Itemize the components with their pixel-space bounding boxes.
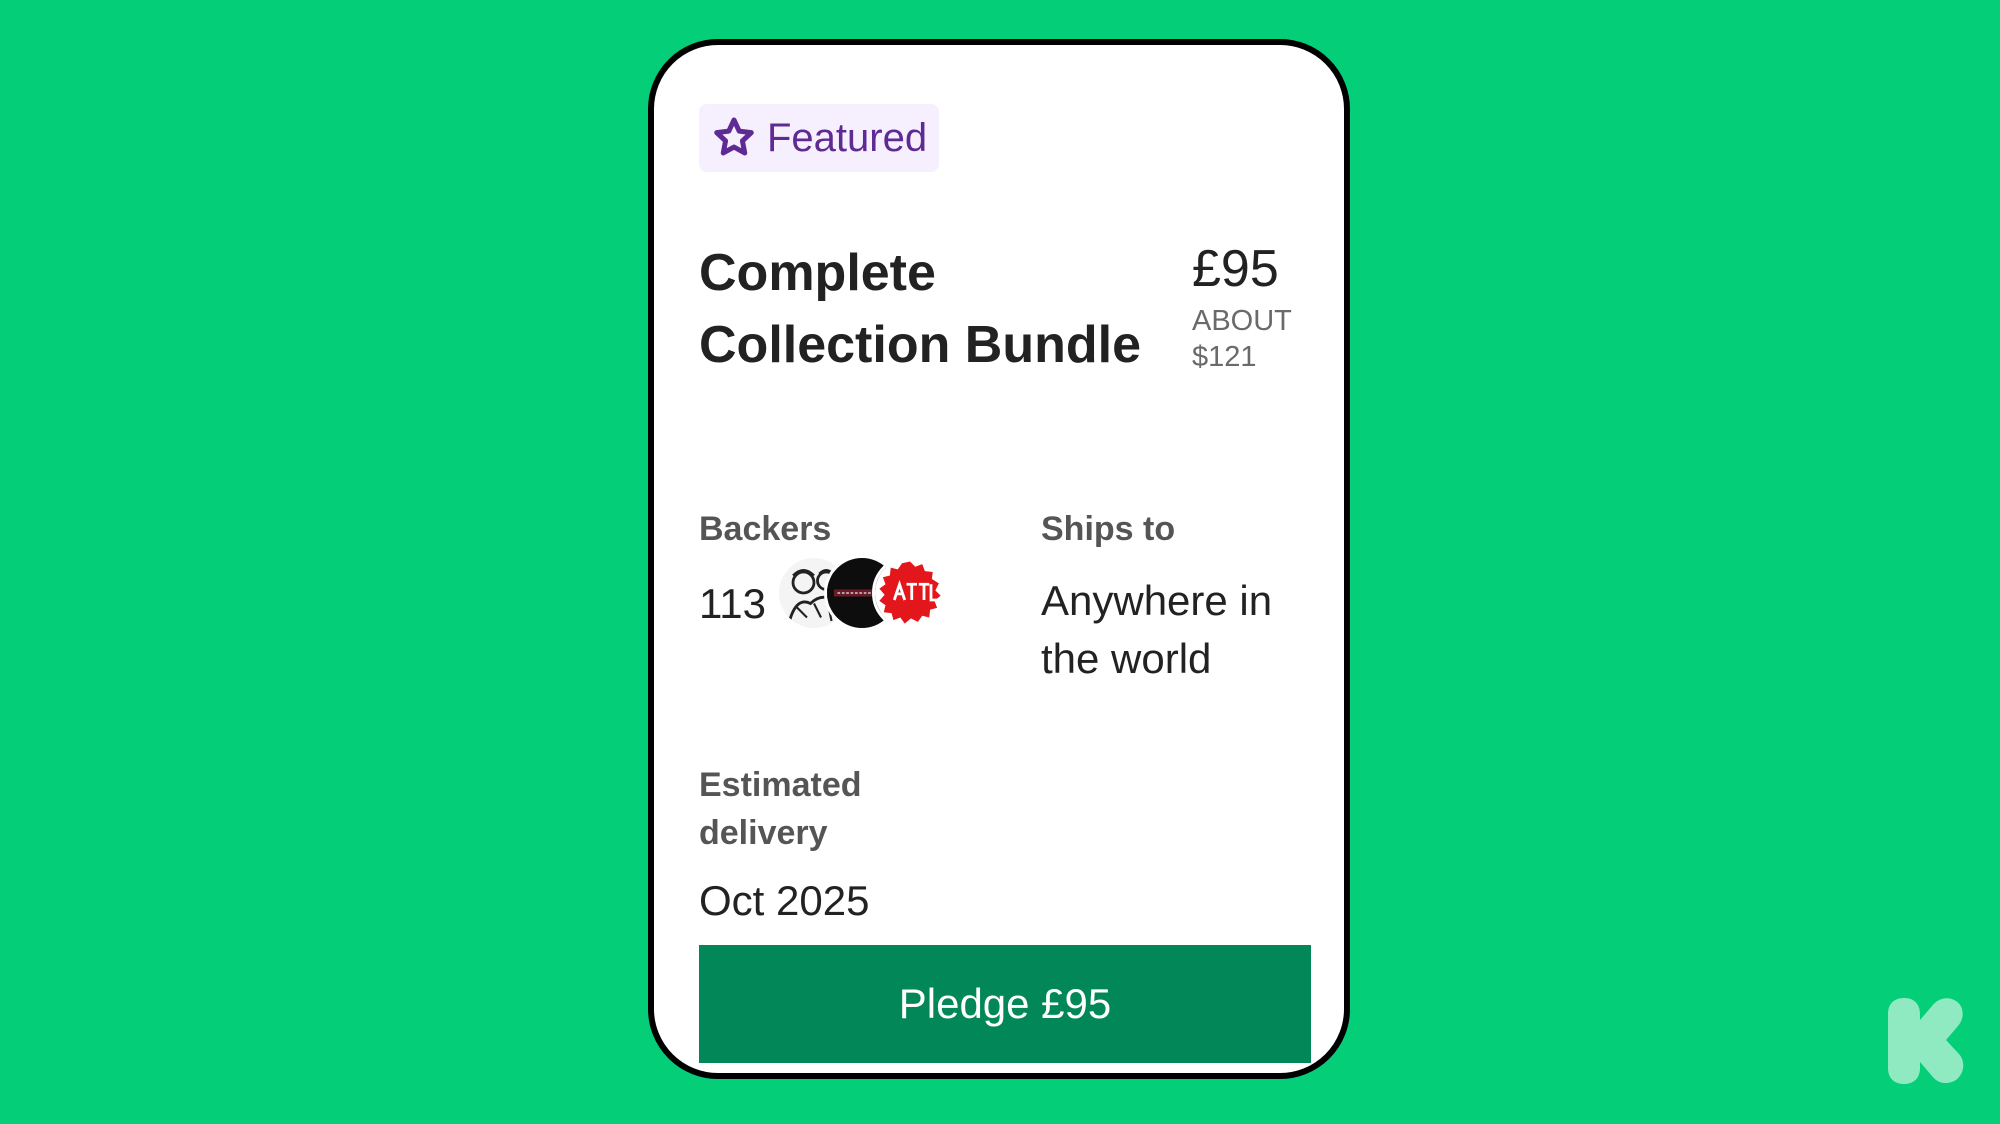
backers-label: Backers (699, 510, 832, 548)
avatar-red-seal-icon (875, 558, 945, 628)
featured-badge: Featured (699, 104, 940, 172)
ships-to-label: Ships to (1041, 510, 1176, 548)
kickstarter-k-logo-icon (1888, 998, 1964, 1084)
reward-card: Featured Complete Collection Bundle £95 … (648, 39, 1350, 1079)
backer-avatar (872, 555, 948, 631)
converted-price: ABOUT $121 (1192, 305, 1292, 373)
ships-to-value: Anywhere in the world (1041, 577, 1273, 682)
backers-count: 113 (699, 580, 766, 627)
reward-price: £95 (1192, 240, 1279, 298)
star-icon (714, 117, 754, 156)
estimated-delivery-label: Estimated delivery (699, 766, 862, 852)
pledge-button[interactable]: Pledge £95 (699, 945, 1311, 1063)
featured-label: Featured (767, 116, 928, 160)
backer-avatars (776, 555, 948, 635)
reward-title: Complete Collection Bundle (699, 244, 1141, 374)
estimated-delivery-value: Oct 2025 (699, 877, 870, 924)
